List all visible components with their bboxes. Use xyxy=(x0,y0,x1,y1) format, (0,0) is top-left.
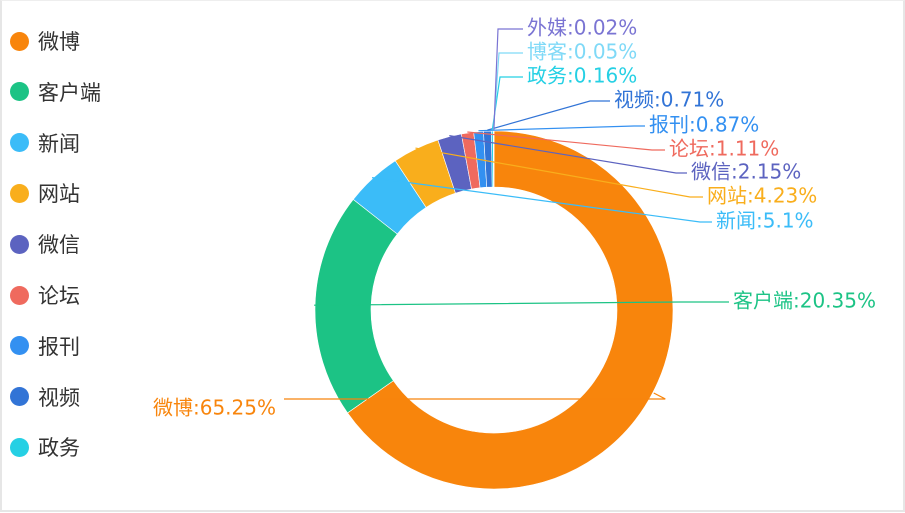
slice-label: 博客:0.05% xyxy=(527,40,637,64)
slice-label: 论坛:1.11% xyxy=(669,137,779,161)
slice-label: 新闻:5.1% xyxy=(716,209,814,233)
slice-label: 微博:65.25% xyxy=(153,396,276,420)
slice-label: 网站:4.23% xyxy=(707,184,817,208)
leader-line xyxy=(478,125,645,132)
leader-line xyxy=(493,28,523,131)
slice-label: 客户端:20.35% xyxy=(733,289,876,313)
slice-label: 报刊:0.87% xyxy=(649,113,759,137)
slice-label: 视频:0.71% xyxy=(614,88,724,112)
slice[interactable] xyxy=(314,198,398,414)
leader-line xyxy=(487,100,610,131)
slice-label: 外媒:0.02% xyxy=(527,16,637,40)
labels-group: 微博:65.25% 客户端:20.35% 新闻:5.1%网站:4.23%微信:2.1… xyxy=(153,16,876,420)
slice-label: 政务:0.16% xyxy=(527,64,637,88)
slice-label: 微信:2.15% xyxy=(691,160,801,184)
donut-chart: 微博:65.25% 客户端:20.35% 新闻:5.1%网站:4.23%微信:2.1… xyxy=(153,16,876,490)
